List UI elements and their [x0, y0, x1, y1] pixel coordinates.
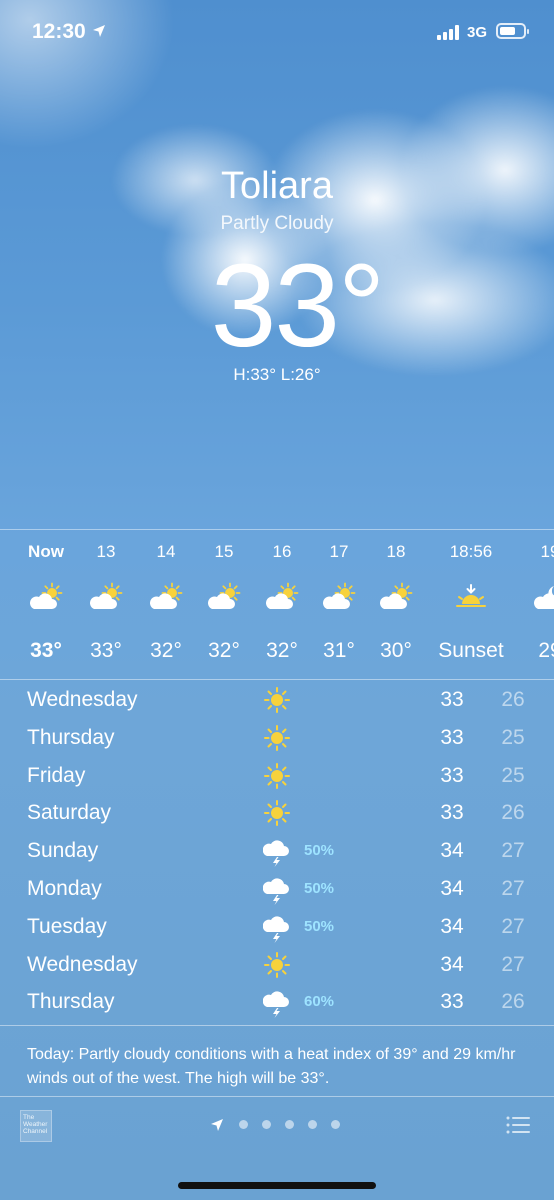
day-low: 26 — [501, 801, 525, 825]
thunderstorm-icon — [262, 837, 291, 868]
divider-summary — [0, 1096, 554, 1097]
sun-icon — [263, 686, 291, 716]
today-summary: Today: Partly cloudy conditions with a h… — [27, 1046, 516, 1087]
day-name: Sunday — [27, 839, 99, 863]
day-low: 26 — [501, 990, 525, 1014]
daily-row: Wednesday 33 26 — [0, 682, 554, 720]
status-bar: 12:30 3G — [0, 0, 554, 64]
day-low: 27 — [501, 877, 525, 900]
page-dot[interactable] — [239, 1120, 248, 1129]
day-high: 33 — [440, 801, 464, 825]
sun-icon — [263, 799, 291, 829]
day-name: Wednesday — [27, 688, 138, 711]
weather-channel-logo[interactable]: The Weather Channel — [20, 1110, 52, 1142]
thunderstorm-icon — [262, 988, 291, 1019]
day-name: Saturday — [27, 801, 112, 825]
divider-daily — [0, 1025, 554, 1026]
hourly-time: 18 — [386, 542, 406, 561]
location-arrow-icon — [211, 1119, 223, 1131]
sun-icon — [263, 951, 291, 981]
hourly-forecast[interactable]: Now 33° 13 33° 14 32° 15 32° 16 32° 17 31° 18 — [0, 530, 554, 678]
precip-chance: 50% — [304, 917, 335, 935]
current-temperature: 33° — [210, 240, 385, 372]
home-indicator[interactable] — [178, 1182, 376, 1189]
day-high: 33 — [440, 990, 464, 1014]
day-name: Wednesday — [27, 952, 138, 976]
partly-cloudy-sun-icon — [28, 582, 64, 612]
sun-icon — [263, 724, 291, 754]
daily-row: Friday 33 25 — [0, 758, 554, 796]
hourly-time: 19 — [540, 542, 554, 561]
daily-row: Monday 50% 34 27 — [0, 871, 554, 909]
day-name: Tuesday — [27, 914, 107, 938]
precip-chance: 60% — [304, 993, 335, 1011]
partly-cloudy-moon-icon — [532, 582, 554, 612]
daily-row: Wednesday 34 27 — [0, 947, 554, 985]
hourly-time: 18:56 — [449, 542, 493, 561]
hourly-temp: 30° — [380, 639, 412, 662]
hourly-temp: Sunset — [438, 639, 504, 662]
day-low: 27 — [501, 952, 525, 976]
daily-row: Tuesday 50% 34 27 — [0, 909, 554, 947]
day-low: 27 — [501, 839, 525, 863]
partly-cloudy-sun-icon — [378, 582, 414, 612]
page-dot[interactable] — [308, 1120, 317, 1129]
status-time: 12:30 — [32, 20, 86, 43]
city-name: Toliara — [221, 165, 333, 207]
hourly-item: 18:56 Sunset — [426, 530, 516, 678]
network-type: 3G — [467, 24, 488, 41]
page-dot[interactable] — [331, 1120, 340, 1129]
battery-icon — [496, 23, 529, 39]
high-low: H:33° L:26° — [233, 365, 321, 384]
day-low: 27 — [501, 914, 525, 938]
battery-level — [500, 27, 516, 35]
page-dot[interactable] — [262, 1120, 271, 1129]
day-high: 33 — [440, 763, 464, 787]
precip-chance: 50% — [304, 880, 335, 897]
list-icon[interactable] — [506, 1116, 530, 1134]
daily-row: Saturday 33 26 — [0, 795, 554, 833]
day-high: 33 — [440, 725, 464, 749]
partly-cloudy-sun-icon — [321, 582, 357, 612]
current-condition: Partly Cloudy — [220, 213, 334, 234]
day-name: Monday — [27, 877, 102, 900]
daily-row: Thursday 33 25 — [0, 720, 554, 758]
day-low: 25 — [501, 763, 525, 787]
signal-icon — [437, 24, 463, 40]
sunset-icon — [453, 582, 489, 612]
day-high: 34 — [440, 914, 464, 938]
day-high: 33 — [440, 688, 464, 711]
day-low: 25 — [501, 725, 525, 749]
day-name: Friday — [27, 763, 86, 787]
partly-cloudy-sun-icon — [88, 582, 124, 612]
page-dot[interactable] — [285, 1120, 294, 1129]
day-high: 34 — [440, 877, 464, 900]
hourly-temp: 29 — [538, 639, 554, 662]
day-name: Thursday — [27, 990, 115, 1014]
sun-icon — [263, 762, 291, 792]
partly-cloudy-sun-icon — [264, 582, 300, 612]
day-high: 34 — [440, 839, 464, 863]
hourly-item: 19 29 — [515, 530, 554, 678]
day-name: Thursday — [27, 725, 115, 749]
precip-chance: 50% — [304, 842, 335, 860]
hourly-item: 18 30° — [361, 530, 431, 678]
divider-hourly — [0, 679, 554, 680]
thunderstorm-icon — [262, 913, 291, 943]
day-low: 26 — [501, 688, 525, 711]
partly-cloudy-sun-icon — [148, 582, 184, 612]
daily-row: Thursday 60% 33 26 — [0, 984, 554, 1022]
location-arrow-icon — [93, 25, 105, 37]
thunderstorm-icon — [262, 875, 291, 905]
daily-row: Sunday 50% 34 27 — [0, 833, 554, 871]
partly-cloudy-sun-icon — [206, 582, 242, 612]
day-high: 34 — [440, 952, 464, 976]
